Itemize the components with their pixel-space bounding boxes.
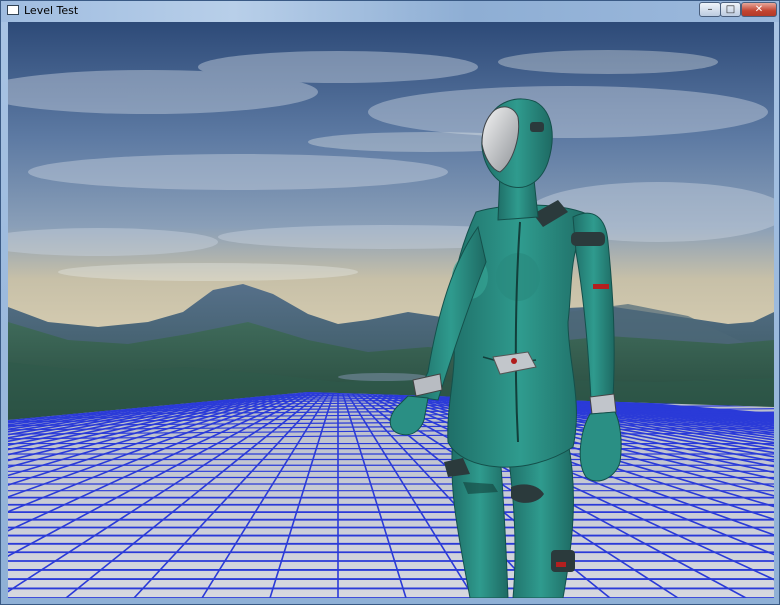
minimize-button[interactable]: – — [699, 2, 721, 17]
sky-backdrop — [8, 22, 774, 352]
window-title: Level Test — [24, 4, 79, 17]
title-bar[interactable]: Level Test – □ ✕ — [1, 1, 779, 22]
maximize-button[interactable]: □ — [720, 2, 741, 17]
game-viewport[interactable] — [8, 22, 774, 598]
close-button[interactable]: ✕ — [741, 2, 777, 17]
app-window: Level Test – □ ✕ — [0, 0, 780, 605]
app-icon — [7, 5, 19, 15]
